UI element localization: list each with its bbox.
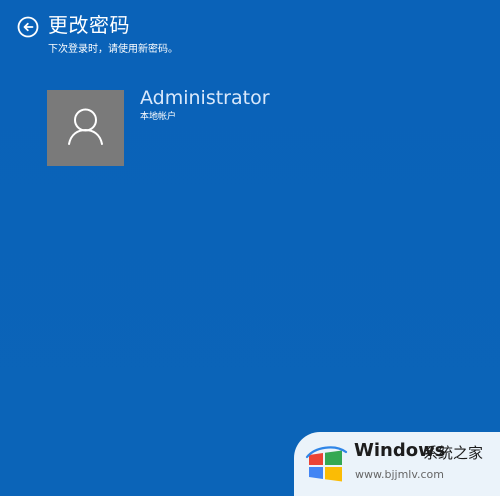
user-avatar-icon xyxy=(68,108,103,145)
account-type: 本地帐户 xyxy=(140,112,177,122)
page-title: 更改密码 xyxy=(48,13,130,37)
watermark: Windows 系统之家 www.bjjmlv.com xyxy=(294,432,500,496)
windows-logo-icon xyxy=(304,445,350,485)
watermark-brand-cn: 系统之家 xyxy=(423,444,484,462)
change-password-screen: 更改密码 下次登录时，请使用新密码。 Administrator 本地帐户 Wi… xyxy=(0,0,500,496)
watermark-url: www.bjjmlv.com xyxy=(355,468,444,481)
back-button[interactable] xyxy=(17,16,39,38)
page-subtitle: 下次登录时，请使用新密码。 xyxy=(48,44,178,55)
back-arrow-icon[interactable] xyxy=(17,16,39,38)
avatar xyxy=(47,90,124,166)
user-name: Administrator xyxy=(140,87,270,109)
